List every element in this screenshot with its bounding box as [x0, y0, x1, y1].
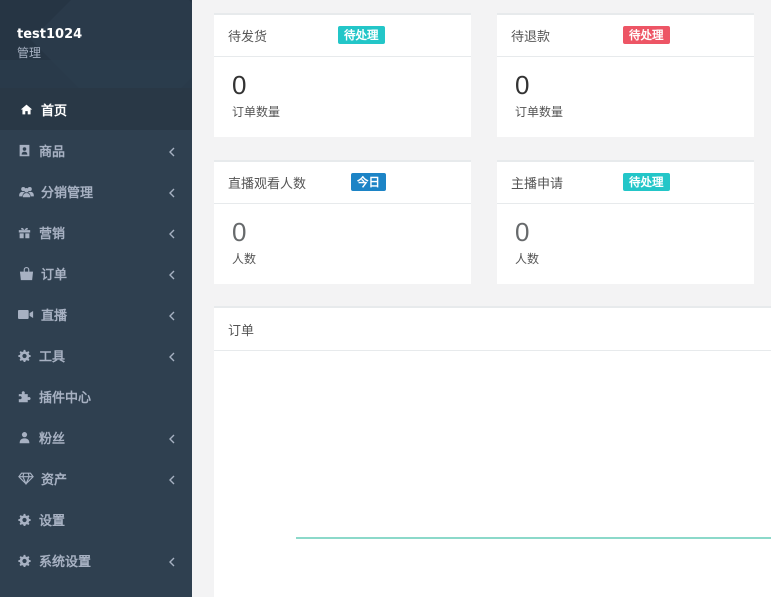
profile-header: test1024 管理 — [0, 0, 192, 88]
card-title: 直播观看人数 — [228, 177, 307, 192]
orders-header: 订单 — [214, 308, 771, 351]
card-value: 0 — [515, 70, 530, 100]
gear-icon — [17, 349, 31, 363]
card-title: 待发货 — [228, 30, 268, 45]
sidebar-item-label: 资产 — [41, 473, 68, 488]
status-badge: 今日 — [351, 173, 386, 191]
card-header: 直播观看人数 今日 — [214, 162, 471, 204]
card-value: 0 — [515, 217, 530, 247]
card-label: 订单数量 — [515, 105, 564, 119]
sidebar-item-label: 设置 — [39, 514, 66, 529]
sidebar-item-label: 营销 — [39, 227, 66, 242]
card-value: 0 — [232, 217, 247, 247]
sidebar-item-label: 工具 — [39, 350, 66, 365]
card-header: 主播申请 待处理 — [497, 162, 754, 204]
sidebar-item-system-settings[interactable]: 系统设置 — [0, 540, 192, 581]
user-role: 管理 — [17, 46, 42, 60]
sidebar-item-label: 分销管理 — [41, 186, 94, 201]
card-label: 人数 — [515, 252, 540, 266]
card-header: 待退款 待处理 — [497, 15, 754, 57]
puzzle-icon — [17, 390, 31, 404]
sidebar-item-assets[interactable]: 资产 — [0, 458, 192, 499]
card-title: 主播申请 — [511, 177, 564, 192]
status-badge: 待处理 — [623, 26, 670, 44]
card-header: 待发货 待处理 — [214, 15, 471, 57]
card-label: 订单数量 — [232, 105, 281, 119]
sidebar-item-tools[interactable]: 工具 — [0, 335, 192, 376]
chevron-left-icon — [168, 310, 176, 320]
orders-title: 订单 — [228, 324, 255, 339]
orders-panel: 订单 — [214, 306, 771, 597]
chevron-left-icon — [168, 556, 176, 566]
diamond-icon — [17, 472, 35, 486]
contact-card-icon — [17, 144, 31, 158]
sidebar-item-label: 首页 — [41, 103, 68, 119]
sidebar-item-plugins[interactable]: 插件中心 — [0, 376, 192, 417]
chevron-left-icon — [168, 433, 176, 443]
shopping-bag-icon — [17, 266, 35, 281]
sidebar-item-label: 系统设置 — [39, 555, 92, 570]
status-badge: 待处理 — [338, 26, 385, 44]
sidebar-item-live[interactable]: 直播 — [0, 294, 192, 335]
gift-icon — [17, 226, 31, 240]
chevron-left-icon — [168, 474, 176, 484]
sidebar-item-home[interactable]: 首页 — [0, 88, 192, 130]
sidebar-item-label: 直播 — [41, 309, 68, 324]
orders-chart — [296, 537, 771, 539]
chevron-left-icon — [168, 269, 176, 279]
users-icon — [17, 185, 35, 199]
home-icon — [19, 102, 33, 116]
chevron-left-icon — [168, 187, 176, 197]
sidebar-nav: 首页 商品 分销管理 营销 订单 直播 工具 插件中心 粉丝 资产 设置 系统设… — [0, 88, 192, 581]
sidebar-item-orders[interactable]: 订单 — [0, 253, 192, 294]
card-label: 人数 — [232, 252, 257, 266]
card-pending-shipment: 待发货 待处理 0 订单数量 — [214, 13, 471, 137]
sidebar-item-products[interactable]: 商品 — [0, 130, 192, 171]
sidebar-item-settings[interactable]: 设置 — [0, 499, 192, 540]
sidebar-item-label: 粉丝 — [39, 432, 66, 447]
sidebar: test1024 管理 首页 商品 分销管理 营销 订单 直播 工具 插件中心 … — [0, 0, 192, 597]
card-title: 待退款 — [511, 30, 551, 45]
chevron-left-icon — [168, 351, 176, 361]
video-camera-icon — [17, 308, 35, 322]
username[interactable]: test1024 — [17, 27, 82, 42]
chevron-left-icon — [168, 146, 176, 156]
sidebar-item-label: 订单 — [41, 268, 68, 283]
gear-icon — [17, 554, 31, 568]
sidebar-item-distribution[interactable]: 分销管理 — [0, 171, 192, 212]
card-anchor-applications: 主播申请 待处理 0 人数 — [497, 160, 754, 284]
chevron-left-icon — [168, 228, 176, 238]
status-badge: 待处理 — [623, 173, 670, 191]
sidebar-item-label: 插件中心 — [39, 391, 92, 406]
card-pending-refund: 待退款 待处理 0 订单数量 — [497, 13, 754, 137]
gear-icon — [17, 513, 31, 527]
card-live-viewers: 直播观看人数 今日 0 人数 — [214, 160, 471, 284]
user-icon — [17, 431, 31, 445]
sidebar-item-fans[interactable]: 粉丝 — [0, 417, 192, 458]
sidebar-item-label: 商品 — [39, 145, 66, 160]
sidebar-item-marketing[interactable]: 营销 — [0, 212, 192, 253]
card-value: 0 — [232, 70, 247, 100]
